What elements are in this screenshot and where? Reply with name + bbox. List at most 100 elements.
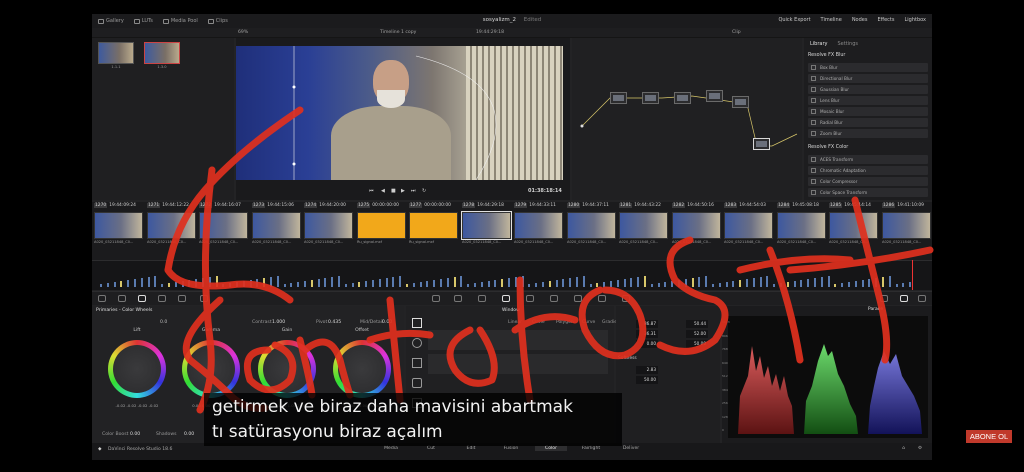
node-editor[interactable]: [572, 38, 802, 200]
play-icon[interactable]: ▶: [401, 188, 405, 194]
clip-timeline[interactable]: 1270 19:44:09:24 1271 19:44:12:22 1272 19:44:…: [92, 202, 932, 260]
timeline-clip[interactable]: [147, 212, 196, 239]
timeline-clip[interactable]: [724, 212, 773, 239]
fx-item[interactable]: Radial Blur: [808, 118, 928, 127]
window-icon[interactable]: [502, 295, 510, 302]
settings-tab[interactable]: Settings: [837, 41, 858, 47]
curves-icon[interactable]: [432, 295, 440, 302]
power-window-overlay[interactable]: [236, 46, 563, 180]
skip-forward-icon[interactable]: ⏭: [411, 188, 416, 194]
info-icon[interactable]: [900, 295, 908, 302]
qualifier-value[interactable]: 36.31: [636, 330, 658, 338]
color-match-icon[interactable]: [118, 295, 126, 302]
magic-mask-icon[interactable]: [550, 295, 558, 302]
library-tab[interactable]: Library: [810, 41, 827, 47]
motion-effects-icon[interactable]: [178, 295, 186, 302]
node-01[interactable]: [610, 92, 627, 104]
timeline-clip[interactable]: [199, 212, 248, 239]
timeline-clip[interactable]: [672, 212, 721, 239]
stop-icon[interactable]: ■: [391, 188, 396, 194]
shadows-value[interactable]: 0.00: [184, 432, 194, 437]
play-reverse-icon[interactable]: ◀: [381, 188, 385, 194]
clip-menu[interactable]: Clip: [732, 30, 741, 35]
scope-title[interactable]: Parade: [868, 307, 883, 312]
fx-item[interactable]: Gaussian Blur: [808, 85, 928, 94]
timeline-clip[interactable]: [829, 212, 878, 239]
color-boost-value[interactable]: 0.00: [130, 432, 140, 437]
timeline-clip[interactable]: [304, 212, 353, 239]
loop-icon[interactable]: ↻: [422, 188, 426, 194]
timeline-clip[interactable]: [514, 212, 563, 239]
circle-window-icon[interactable]: [412, 338, 422, 348]
rgb-mixer-icon[interactable]: [158, 295, 166, 302]
timeline-clip[interactable]: [567, 212, 616, 239]
page-fusion[interactable]: Fusion: [495, 446, 527, 451]
page-deliver[interactable]: Deliver: [615, 446, 647, 451]
page-cut[interactable]: Cut: [415, 446, 447, 451]
timeline-name[interactable]: Timeline 1 copy: [380, 30, 416, 35]
window-list-row[interactable]: [428, 330, 608, 350]
gain-wheel[interactable]: [258, 340, 316, 398]
square-window-icon[interactable]: [412, 318, 422, 328]
gear-icon[interactable]: ⚙: [918, 446, 922, 451]
page-color[interactable]: Color: [535, 446, 567, 451]
timeline-clip[interactable]: [409, 212, 458, 239]
node-02[interactable]: [642, 92, 659, 104]
lift-wheel[interactable]: [108, 340, 166, 398]
fx-item[interactable]: Directional Blur: [808, 74, 928, 83]
key-icon[interactable]: [598, 295, 606, 302]
window-list-row[interactable]: [428, 354, 608, 374]
zoom-level[interactable]: 69%: [238, 30, 248, 35]
qualifier-icon[interactable]: [478, 295, 486, 302]
fx-item[interactable]: Chromatic Adaptation: [808, 166, 928, 175]
fx-item[interactable]: Color Compressor: [808, 177, 928, 186]
color-wheels-icon[interactable]: [138, 295, 146, 302]
skip-back-icon[interactable]: ⏮: [369, 188, 374, 194]
hdr-icon[interactable]: [200, 295, 208, 302]
qualifier-value[interactable]: 50.00: [686, 340, 708, 348]
scope-icon[interactable]: [880, 295, 888, 302]
lightbox-tab[interactable]: Lightbox: [904, 17, 926, 23]
qualifier-value[interactable]: 50.44: [686, 320, 708, 328]
gallery-still[interactable]: [144, 42, 180, 64]
timeline-clip[interactable]: [882, 212, 931, 239]
soft-value[interactable]: 50.00: [636, 376, 658, 384]
middetail-value[interactable]: 0.00: [382, 320, 392, 325]
page-edit[interactable]: Edit: [455, 446, 487, 451]
subscribe-badge[interactable]: ABONE OL: [966, 430, 1012, 443]
curve-window-icon[interactable]: [412, 378, 422, 388]
timeline-clip[interactable]: [252, 212, 301, 239]
contrast-value[interactable]: 1.000: [272, 320, 285, 325]
timeline-clip[interactable]: [94, 212, 143, 239]
soft-value[interactable]: 2.83: [636, 366, 658, 374]
quick-export-button[interactable]: Quick Export: [778, 17, 810, 23]
gallery-still[interactable]: [98, 42, 134, 64]
fx-item[interactable]: ACES Transform: [808, 155, 928, 164]
curve-tool[interactable]: Curve: [582, 320, 595, 325]
circle-tool[interactable]: Circle: [532, 320, 545, 325]
node-04[interactable]: [706, 90, 723, 102]
nodes-tab[interactable]: Nodes: [852, 17, 868, 23]
color-warper-icon[interactable]: [454, 295, 462, 302]
pivot-value[interactable]: 0.435: [328, 320, 341, 325]
settings-icon[interactable]: [918, 295, 926, 302]
timeline-clip[interactable]: [777, 212, 826, 239]
timeline-tab[interactable]: Timeline: [821, 17, 842, 23]
polygon-tool[interactable]: Polygon: [556, 320, 574, 325]
fx-item[interactable]: Mosaic Blur: [808, 107, 928, 116]
qualifier-value[interactable]: 0.00: [636, 340, 658, 348]
page-media[interactable]: Media: [375, 446, 407, 451]
home-icon[interactable]: ⌂: [902, 446, 905, 451]
node-03[interactable]: [674, 92, 691, 104]
page-fairlight[interactable]: Fairlight: [575, 446, 607, 451]
polygon-window-icon[interactable]: [412, 358, 422, 368]
blur-icon[interactable]: [574, 295, 582, 302]
node-06[interactable]: [753, 138, 770, 150]
temp-value[interactable]: 0.0: [160, 320, 167, 325]
fx-item[interactable]: Color Space Transform: [808, 188, 928, 197]
offset-wheel[interactable]: [333, 340, 391, 398]
effects-tab[interactable]: Effects: [877, 17, 894, 23]
fx-item[interactable]: Box Blur: [808, 63, 928, 72]
viewer-frame[interactable]: [236, 46, 563, 180]
camera-raw-icon[interactable]: [98, 295, 106, 302]
